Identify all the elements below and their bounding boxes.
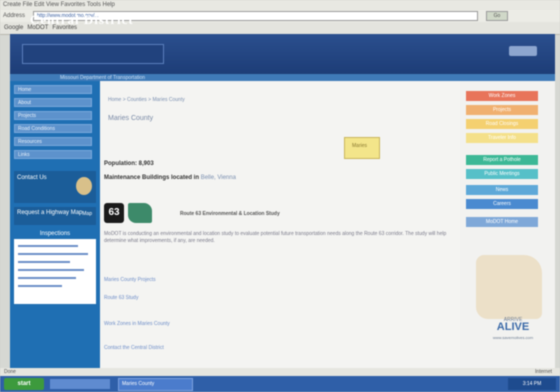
header-toggle-button[interactable] <box>509 46 537 56</box>
sidebar-item-links[interactable]: Links <box>14 150 92 159</box>
right-button-road-closings[interactable]: Road Closings <box>466 119 538 129</box>
right-button-news[interactable]: News <box>466 185 538 195</box>
population-text: Population: 8,903 <box>104 161 154 167</box>
maintenance-link[interactable]: Belle, Vienna <box>201 175 236 181</box>
route-shield-icon: 63 <box>104 203 124 223</box>
content-link-contact[interactable]: Contact the Central District <box>104 345 164 351</box>
content-link-projects[interactable]: Maries County Projects <box>104 277 156 283</box>
person-icon <box>76 177 92 195</box>
contact-us-label: Contact Us <box>17 175 47 181</box>
sidebar-item-about[interactable]: About <box>14 98 92 107</box>
go-button[interactable]: Go <box>486 11 508 21</box>
sidebar-item-home[interactable]: Home <box>14 85 92 94</box>
sidebar-item-projects[interactable]: Projects <box>14 111 92 120</box>
browser-screen: Create File Edit View Favorites Tools He… <box>0 0 560 392</box>
inspection-link[interactable] <box>18 285 62 287</box>
inspections-panel: Inspections <box>14 229 96 304</box>
contact-us-box[interactable]: Contact Us <box>14 171 96 203</box>
site-logo[interactable] <box>22 44 164 64</box>
inspection-link[interactable] <box>18 261 70 263</box>
right-button-work-zones[interactable]: Work Zones <box>466 91 538 101</box>
inspection-link[interactable] <box>18 245 78 247</box>
content-link-work-zones[interactable]: Work Zones in Maries County <box>104 321 170 327</box>
inspections-title: Inspections <box>14 229 96 239</box>
arrive-alive-url[interactable]: www.savemolives.com <box>478 335 548 340</box>
link-google[interactable]: Google <box>4 25 23 31</box>
right-button-traveler-info[interactable]: Traveler Info <box>466 133 538 143</box>
map-icon: Map <box>82 211 92 217</box>
security-zone: Internet <box>535 369 552 375</box>
browser-status-bar: Done Internet <box>0 368 560 376</box>
request-map-label: Request a Highway Map <box>17 210 83 216</box>
status-text: Done <box>4 369 16 375</box>
study-title[interactable]: Route 63 Environmental & Location Study <box>180 211 280 217</box>
county-map-label: Maries <box>352 143 368 149</box>
windows-taskbar: start Maries County 3:14 PM <box>0 376 560 392</box>
missouri-state-icon <box>128 203 152 223</box>
page-title: Maries County <box>108 115 154 122</box>
arrive-alive-logo[interactable]: ALIVE <box>478 321 548 333</box>
taskbar-window-button[interactable]: Maries County <box>118 377 193 391</box>
inspection-link[interactable] <box>18 253 88 255</box>
quick-launch[interactable] <box>50 379 110 389</box>
request-map-box[interactable]: Request a Highway Map Map <box>14 207 96 225</box>
system-clock: 3:14 PM <box>508 378 556 390</box>
maintenance-text: Maintenance Buildings located in Belle, … <box>104 175 236 181</box>
right-button-public-meetings[interactable]: Public Meetings <box>466 169 538 179</box>
sidebar-item-resources[interactable]: Resources <box>14 137 92 146</box>
address-label: Address <box>3 13 26 19</box>
main-content: Home > Counties > Maries County Maries C… <box>100 81 460 373</box>
breadcrumb[interactable]: Home > Counties > Maries County <box>108 97 185 103</box>
right-column: Work Zones Projects Road Closings Travel… <box>460 81 555 373</box>
browser-menubar[interactable]: Create File Edit View Favorites Tools He… <box>0 0 560 10</box>
left-sidebar: Home About Projects Road Conditions Reso… <box>10 81 100 373</box>
right-button-modot-home[interactable]: MoDOT Home <box>466 217 538 227</box>
sidebar-item-road-conditions[interactable]: Road Conditions <box>14 124 92 133</box>
right-button-careers[interactable]: Careers <box>466 199 538 209</box>
inspection-link[interactable] <box>18 269 84 271</box>
inspection-link[interactable] <box>18 277 76 279</box>
content-link-study[interactable]: Route 63 Study <box>104 295 138 301</box>
maintenance-label: Maintenance Buildings located in <box>104 175 200 181</box>
district-map-thumbnail[interactable] <box>476 255 542 319</box>
site-title: Central District <box>30 12 134 27</box>
site-header <box>10 34 555 74</box>
study-paragraph: MoDOT is conducting an environmental and… <box>104 231 447 244</box>
start-button[interactable]: start <box>4 378 44 390</box>
right-button-report-pothole[interactable]: Report a Pothole <box>466 155 538 165</box>
right-button-projects[interactable]: Projects <box>466 105 538 115</box>
